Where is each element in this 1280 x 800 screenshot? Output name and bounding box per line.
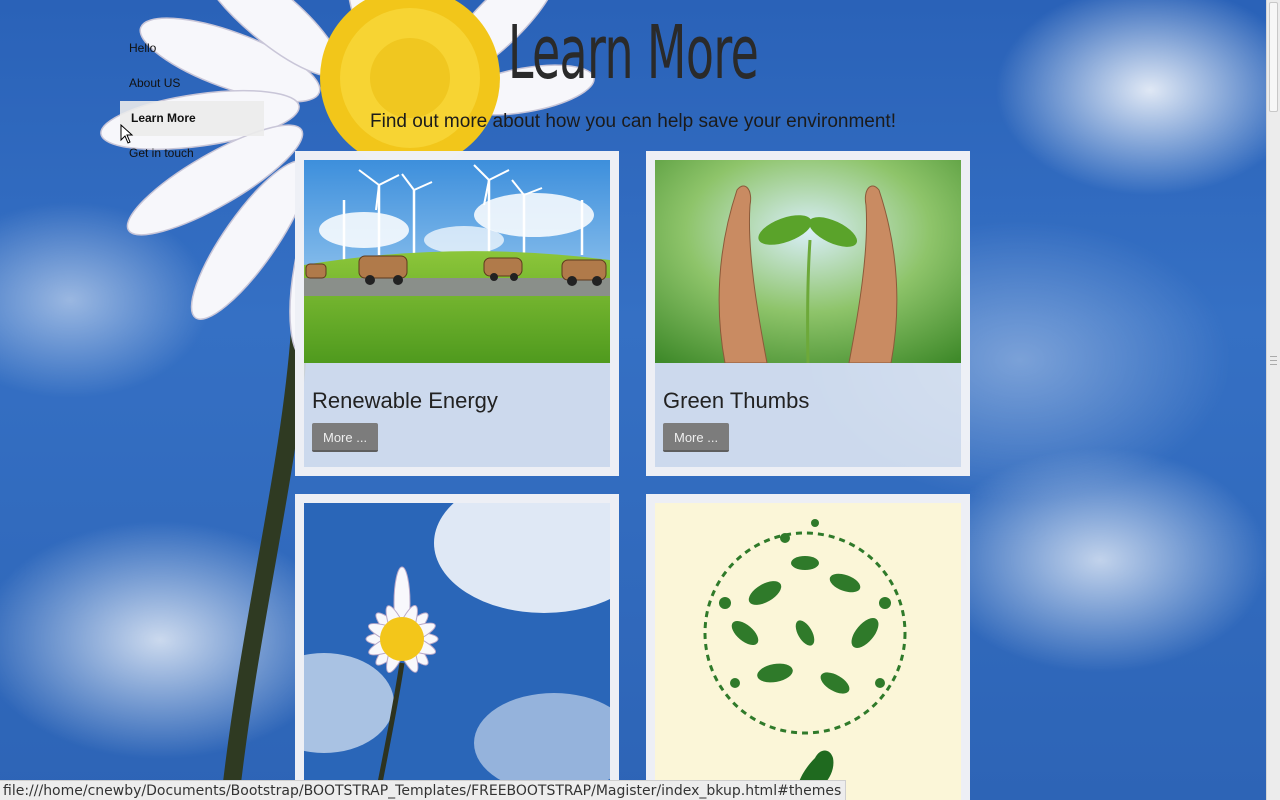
card-globe: [646, 494, 970, 800]
daisy-sky-image: [304, 503, 610, 800]
wind-turbines-image: [304, 160, 610, 363]
scrollbar-grip-icon: [1270, 356, 1277, 365]
card-title: Renewable Energy: [312, 388, 498, 413]
mouse-cursor-icon: [120, 124, 134, 144]
more-button-renewable-energy[interactable]: More ...: [312, 423, 379, 452]
card-daisy: [295, 494, 619, 800]
card-renewable-energy: Renewable Energy More ...: [295, 151, 619, 476]
nav-item-get-in-touch[interactable]: Get in touch: [120, 136, 264, 171]
card-green-thumbs: Green Thumbs More ...: [646, 151, 970, 476]
more-button-green-thumbs[interactable]: More ...: [663, 423, 730, 452]
status-bar-url: file:///home/cnewby/Documents/Bootstrap/…: [0, 780, 847, 800]
hands-seedling-image: [655, 160, 961, 363]
page-scrollbar[interactable]: [1266, 0, 1280, 800]
page-subtitle: Find out more about how you can help sav…: [370, 111, 896, 132]
card-title: Green Thumbs: [663, 388, 810, 413]
leafy-globe-image: [655, 503, 961, 800]
page-title: Learn More: [507, 10, 759, 96]
scrollbar-thumb[interactable]: [1269, 2, 1278, 112]
